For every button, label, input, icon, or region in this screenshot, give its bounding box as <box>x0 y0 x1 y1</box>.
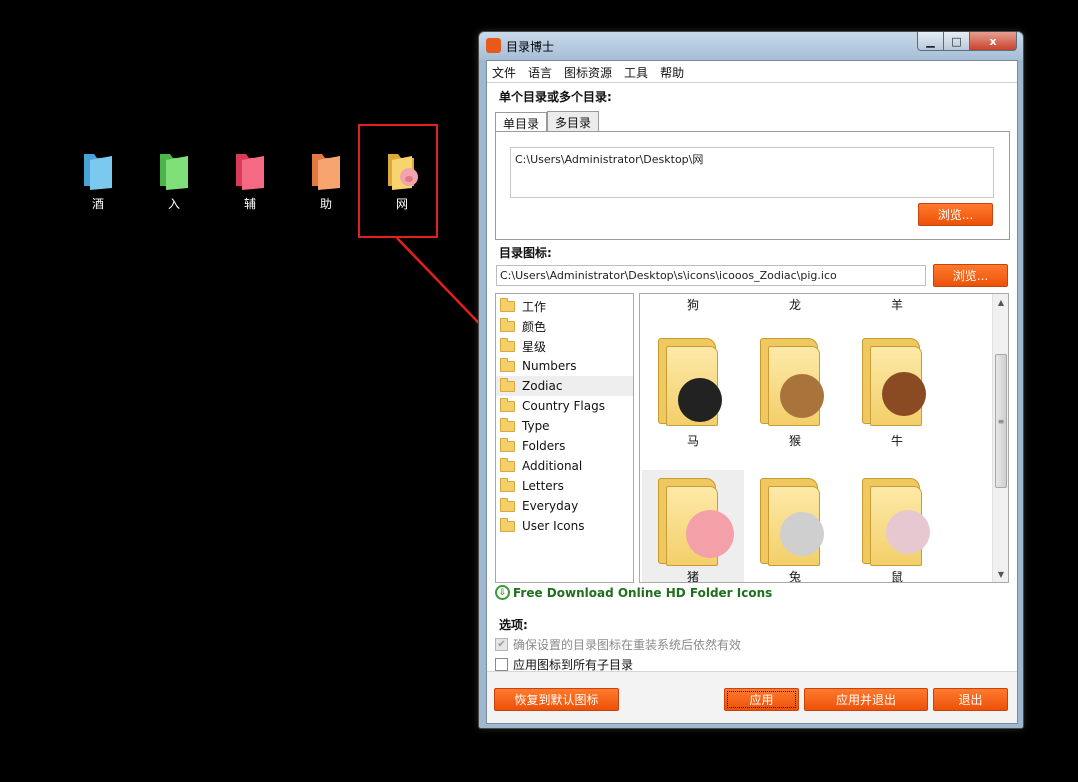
icon-cell-horse[interactable]: 马 <box>642 330 744 450</box>
category-item[interactable]: Country Flags <box>496 396 633 416</box>
icon-cell-dragon[interactable]: 龙 <box>744 296 846 316</box>
zodiac-folder-icon <box>760 474 824 566</box>
folder-icon <box>500 517 515 532</box>
option-persist-icon[interactable]: ✔ 确保设置的目录图标在重装系统后依然有效 <box>495 636 741 653</box>
browse-icon-button[interactable]: 浏览... <box>933 264 1008 287</box>
checkbox-checked-icon[interactable]: ✔ <box>495 638 508 651</box>
icon-cell-dog[interactable]: 狗 <box>642 296 744 316</box>
rabbit-icon <box>780 512 824 556</box>
title-bar[interactable]: 目录博士 ▁ □ x <box>479 32 1023 60</box>
category-item[interactable]: Letters <box>496 476 633 496</box>
folder-icon <box>500 297 515 312</box>
minimize-button[interactable]: ▁ <box>917 32 944 51</box>
menu-bar: 文件 语言 图标资源 工具 帮助 <box>487 61 1017 83</box>
zodiac-folder-icon <box>658 334 722 426</box>
zodiac-folder-icon <box>760 334 824 426</box>
directory-tabs: 单目录 多目录 <box>495 111 600 133</box>
exit-button[interactable]: 退出 <box>933 688 1008 711</box>
browse-directory-button[interactable]: 浏览... <box>918 203 993 226</box>
download-icon: ⇩ <box>495 585 510 600</box>
folder-icon <box>500 357 515 372</box>
zodiac-folder-icon <box>658 474 734 566</box>
folder-icon <box>500 437 515 452</box>
ox-icon <box>882 372 926 416</box>
directory-tab-panel: C:\Users\Administrator\Desktop\网 浏览... <box>495 131 1010 240</box>
folder-icon <box>500 457 515 472</box>
category-item[interactable]: 颜色 <box>496 316 633 336</box>
directory-section-label: 单个目录或多个目录: <box>499 90 612 104</box>
menu-tools[interactable]: 工具 <box>618 61 654 82</box>
folder-icon <box>500 417 515 432</box>
icon-cell-monkey[interactable]: 猴 <box>744 330 846 450</box>
category-item[interactable]: Numbers <box>496 356 633 376</box>
app-icon <box>486 38 501 53</box>
category-list: 工作 颜色 星级 Numbers Zodiac Country Flags Ty… <box>495 293 634 583</box>
horse-icon <box>678 378 722 422</box>
icon-name: 猴 <box>788 434 801 448</box>
scroll-up-icon[interactable]: ▲ <box>993 294 1008 310</box>
icon-name: 鼠 <box>890 570 903 583</box>
folder-icon <box>500 397 515 412</box>
free-download-link[interactable]: ⇩ Free Download Online HD Folder Icons <box>495 585 772 600</box>
icon-name: 马 <box>686 434 699 448</box>
category-item[interactable]: Everyday <box>496 496 633 516</box>
window-title: 目录博士 <box>506 40 555 54</box>
folder-icon <box>500 317 515 332</box>
category-item[interactable]: 星级 <box>496 336 633 356</box>
icon-path-input[interactable]: C:\Users\Administrator\Desktop\s\icons\i… <box>496 265 926 286</box>
folder-icon <box>500 497 515 512</box>
window-client: 文件 语言 图标资源 工具 帮助 单个目录或多个目录: 单目录 多目录 C:\U… <box>486 60 1018 724</box>
icon-cell-ox[interactable]: 牛 <box>846 330 948 450</box>
pig-icon <box>686 510 734 558</box>
icon-cell-rat[interactable]: 鼠 <box>846 470 948 582</box>
apply-and-exit-button[interactable]: 应用并退出 <box>804 688 928 711</box>
restore-default-icon-button[interactable]: 恢复到默认图标 <box>494 688 619 711</box>
close-button[interactable]: x <box>970 32 1017 51</box>
category-item[interactable]: 工作 <box>496 296 633 316</box>
zodiac-folder-icon <box>862 474 930 566</box>
folder-icon <box>500 377 515 392</box>
folder-icon <box>500 337 515 352</box>
category-item-selected[interactable]: Zodiac <box>496 376 633 396</box>
monkey-icon <box>780 374 824 418</box>
menu-icon-resources[interactable]: 图标资源 <box>558 61 618 82</box>
rat-icon <box>886 510 930 554</box>
scroll-down-icon[interactable]: ▼ <box>993 566 1008 582</box>
icon-cell-sheep[interactable]: 羊 <box>846 296 948 316</box>
icon-cell-pig-selected[interactable]: 猪 <box>642 470 744 582</box>
maximize-button[interactable]: □ <box>944 32 970 51</box>
tab-multiple-directories[interactable]: 多目录 <box>547 111 600 131</box>
category-item[interactable]: User Icons <box>496 516 633 536</box>
icon-grid-scrollbar[interactable]: ▲ ≡ ▼ <box>992 294 1008 582</box>
icon-name: 狗 <box>686 298 699 312</box>
icon-name: 龙 <box>788 298 801 312</box>
icon-name: 猪 <box>686 570 699 583</box>
checkbox-icon[interactable] <box>495 658 508 671</box>
app-window: 目录博士 ▁ □ x 文件 语言 图标资源 工具 帮助 单个目录或多个目录: 单… <box>478 31 1024 729</box>
zodiac-folder-icon <box>862 334 926 426</box>
icon-grid: 狗 龙 羊 马 猴 牛 猪 兔 鼠 ▲ ≡ ▼ <box>639 293 1009 583</box>
menu-language[interactable]: 语言 <box>522 61 558 82</box>
folder-icon <box>500 477 515 492</box>
icon-name: 羊 <box>890 298 903 312</box>
category-item[interactable]: Folders <box>496 436 633 456</box>
menu-file[interactable]: 文件 <box>487 61 522 82</box>
category-item[interactable]: Type <box>496 416 633 436</box>
icon-cell-rabbit[interactable]: 兔 <box>744 470 846 582</box>
menu-help[interactable]: 帮助 <box>654 61 690 82</box>
icon-name: 牛 <box>890 434 903 448</box>
icon-name: 兔 <box>788 570 801 583</box>
tab-single-directory[interactable]: 单目录 <box>495 112 548 133</box>
category-item[interactable]: Additional <box>496 456 633 476</box>
icon-section-label: 目录图标: <box>499 246 552 260</box>
options-label: 选项: <box>499 618 528 632</box>
scroll-thumb[interactable]: ≡ <box>995 354 1007 488</box>
button-bar: 恢复到默认图标 应用 应用并退出 退出 <box>487 671 1017 723</box>
apply-button[interactable]: 应用 <box>724 688 799 711</box>
directory-path-field[interactable]: C:\Users\Administrator\Desktop\网 <box>510 147 994 198</box>
